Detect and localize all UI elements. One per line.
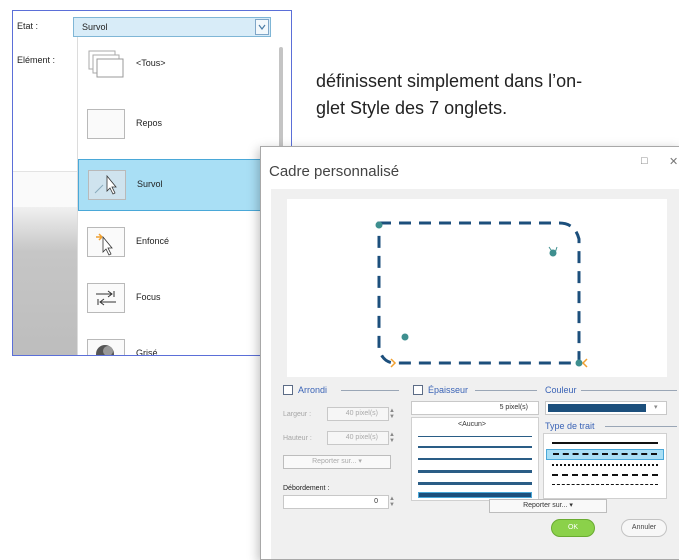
- color-picker[interactable]: ▾: [545, 401, 667, 415]
- thickness-option[interactable]: [418, 446, 532, 448]
- panel-background: [13, 171, 77, 208]
- couleur-label: Couleur: [545, 385, 577, 395]
- debordement-label: Débordement :: [283, 485, 330, 492]
- dialog-title: Cadre personnalisé: [269, 163, 400, 180]
- corner-handle[interactable]: [401, 333, 409, 341]
- frame-preview: [287, 199, 667, 377]
- list-item-label: <Tous>: [136, 58, 166, 68]
- ok-button[interactable]: OK: [551, 519, 595, 537]
- largeur-field[interactable]: 40 pixel(s): [327, 407, 389, 421]
- list-item-enfonce[interactable]: Enfoncé: [78, 217, 274, 269]
- corner-handle[interactable]: [575, 359, 583, 367]
- body-text-line-2: glet Style des 7 onglets.: [316, 98, 508, 118]
- close-icon[interactable]: ✕: [669, 155, 678, 168]
- rest-state-icon: [87, 109, 125, 139]
- divider: [581, 390, 677, 391]
- spin-arrows-icon[interactable]: ▲ ▼: [389, 496, 395, 508]
- stroke-type-option[interactable]: [552, 484, 658, 485]
- divider: [475, 390, 537, 391]
- etat-dropdown-value: Survol: [82, 22, 108, 32]
- list-item-label: Grisé: [136, 348, 158, 356]
- list-item-label: Repos: [136, 118, 163, 128]
- pressed-cursor-icon: [87, 227, 125, 257]
- epaisseur-label: Épaisseur: [428, 385, 469, 395]
- panel-background-gradient: [13, 207, 77, 355]
- spin-arrows-icon[interactable]: ▲ ▼: [389, 432, 395, 444]
- hauteur-field[interactable]: 40 pixel(s): [327, 431, 389, 445]
- list-item-label: Survol: [137, 179, 163, 189]
- chevron-down-icon[interactable]: [255, 19, 269, 35]
- type-trait-label: Type de trait: [545, 421, 595, 431]
- thickness-option[interactable]: [418, 458, 532, 460]
- custom-frame-dialog: Cadre personnalisé □ ✕ Arrondi Largeur :…: [260, 146, 679, 560]
- debordement-field[interactable]: 0: [283, 495, 389, 509]
- etat-list: <Tous> Repos Survol Enfoncé Focus Grisé: [77, 37, 290, 355]
- list-item-survol[interactable]: Survol: [78, 159, 274, 211]
- thickness-option-selected[interactable]: [418, 492, 532, 498]
- list-item-repos[interactable]: Repos: [78, 99, 274, 151]
- arrondi-checkbox[interactable]: [283, 385, 293, 395]
- arrondi-label: Arrondi: [298, 385, 328, 395]
- stroke-type-option-selected[interactable]: [546, 449, 664, 460]
- focus-tab-icon: [87, 283, 125, 313]
- epaisseur-checkbox[interactable]: [413, 385, 423, 395]
- stroke-type-list[interactable]: [543, 433, 667, 499]
- stroke-type-option[interactable]: [552, 464, 658, 466]
- list-item-tous[interactable]: <Tous>: [78, 39, 274, 91]
- epaisseur-field[interactable]: 5 pixel(s): [411, 401, 539, 415]
- list-item-grise[interactable]: Grisé: [78, 329, 274, 356]
- spin-arrows-icon[interactable]: ▲ ▼: [389, 408, 395, 420]
- disabled-state-icon: [87, 339, 125, 355]
- reporter-sur-label: Reporter sur...: [523, 502, 568, 509]
- etat-dropdown[interactable]: Survol: [73, 17, 271, 37]
- reporter-sur-label: Reporter sur...: [312, 458, 357, 465]
- divider: [341, 390, 399, 391]
- stroke-type-option[interactable]: [552, 474, 658, 476]
- dialog-body: Arrondi Largeur : 40 pixel(s) ▲ ▼ Hauteur…: [271, 189, 679, 559]
- corner-handle[interactable]: [375, 221, 383, 229]
- dashed-stroke: [553, 453, 657, 455]
- cancel-button[interactable]: Annuler: [621, 519, 667, 537]
- thickness-option[interactable]: [418, 470, 532, 473]
- hauteur-label: Hauteur :: [283, 435, 312, 442]
- hover-cursor-icon: [88, 170, 126, 200]
- thickness-none-label: <Aucun>: [458, 421, 487, 428]
- thickness-list[interactable]: <Aucun>: [411, 417, 539, 501]
- list-item-label: Enfoncé: [136, 236, 170, 246]
- etat-label: Etat :: [17, 21, 39, 31]
- restore-icon[interactable]: □: [641, 155, 648, 167]
- thickness-option[interactable]: [418, 436, 532, 437]
- thickness-option[interactable]: [418, 482, 532, 485]
- list-item-focus[interactable]: Focus: [78, 273, 274, 325]
- list-item-label: Focus: [136, 292, 161, 302]
- state-selector-panel: Etat : Survol Elément : <Tous> Repos Sur…: [12, 10, 292, 356]
- largeur-label: Largeur :: [283, 411, 312, 418]
- reporter-sur-button[interactable]: Reporter sur... ▾: [283, 455, 391, 469]
- body-text: définissent simplement dans l’on- glet S…: [316, 68, 676, 122]
- chevron-down-icon: ▾: [654, 404, 658, 411]
- stroke-type-option[interactable]: [552, 442, 658, 444]
- body-text-line-1: définissent simplement dans l’on-: [316, 71, 583, 91]
- element-label: Elément :: [17, 55, 56, 65]
- reporter-sur-button-2[interactable]: Reporter sur... ▾: [489, 499, 607, 513]
- all-states-icon: [87, 49, 125, 79]
- color-swatch: [548, 404, 646, 412]
- divider: [605, 426, 677, 427]
